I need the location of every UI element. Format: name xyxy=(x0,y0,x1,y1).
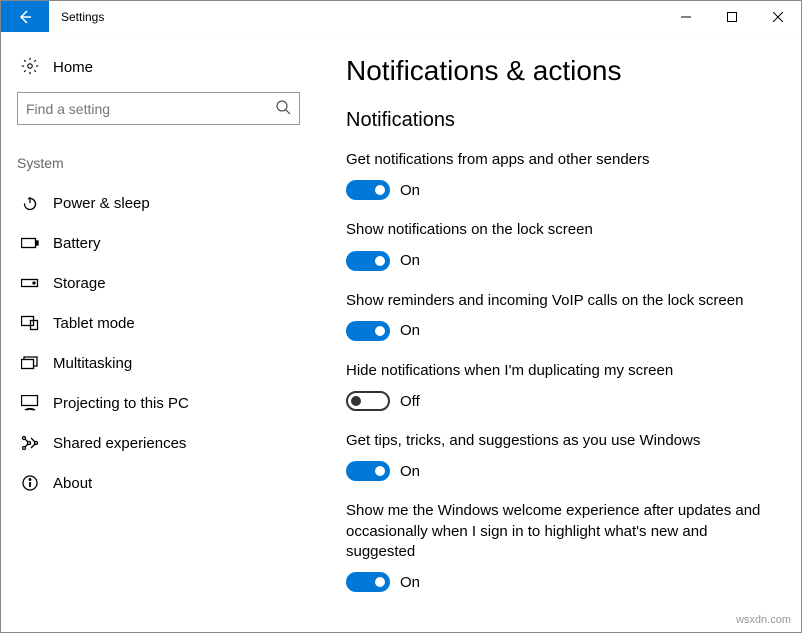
nav-item-power-sleep[interactable]: Power & sleep xyxy=(17,183,300,223)
projecting-icon xyxy=(21,394,39,412)
nav-item-tablet-mode[interactable]: Tablet mode xyxy=(17,303,300,343)
close-button[interactable] xyxy=(755,1,801,32)
storage-icon xyxy=(21,274,39,292)
home-nav[interactable]: Home xyxy=(17,51,300,92)
toggle-welcome[interactable] xyxy=(346,572,390,592)
setting-label: Show reminders and incoming VoIP calls o… xyxy=(346,291,766,311)
multitasking-icon xyxy=(21,354,39,372)
home-label: Home xyxy=(53,59,93,76)
setting-label: Get notifications from apps and other se… xyxy=(346,150,766,170)
setting-label: Hide notifications when I'm duplicating … xyxy=(346,361,766,381)
toggle-apps-senders[interactable] xyxy=(346,180,390,200)
setting-voip-lock: Show reminders and incoming VoIP calls o… xyxy=(346,291,781,341)
setting-tips: Get tips, tricks, and suggestions as you… xyxy=(346,431,781,481)
toggle-state: Off xyxy=(400,393,420,410)
page-title: Notifications & actions xyxy=(346,55,781,87)
nav-label: Multitasking xyxy=(53,355,132,372)
toggle-state: On xyxy=(400,182,420,199)
nav-item-about[interactable]: About xyxy=(17,463,300,503)
nav-label: Storage xyxy=(53,275,106,292)
shared-icon xyxy=(21,434,39,452)
toggle-state: On xyxy=(400,574,420,591)
toggle-state: On xyxy=(400,463,420,480)
sidebar: Home System Power & sleep Battery Storag… xyxy=(1,33,316,632)
toggle-duplicating[interactable] xyxy=(346,391,390,411)
toggle-voip-lock[interactable] xyxy=(346,321,390,341)
setting-welcome: Show me the Windows welcome experience a… xyxy=(346,501,781,592)
setting-apps-senders: Get notifications from apps and other se… xyxy=(346,150,781,200)
toggle-lock-screen[interactable] xyxy=(346,251,390,271)
nav-item-shared-experiences[interactable]: Shared experiences xyxy=(17,423,300,463)
setting-duplicating: Hide notifications when I'm duplicating … xyxy=(346,361,781,411)
toggle-tips[interactable] xyxy=(346,461,390,481)
nav-item-multitasking[interactable]: Multitasking xyxy=(17,343,300,383)
toggle-state: On xyxy=(400,322,420,339)
toggle-state: On xyxy=(400,252,420,269)
nav-group-header: System xyxy=(17,155,300,171)
info-icon xyxy=(21,474,39,492)
back-button[interactable] xyxy=(1,1,49,32)
tablet-icon xyxy=(21,314,39,332)
setting-label: Get tips, tricks, and suggestions as you… xyxy=(346,431,766,451)
search-icon xyxy=(275,99,291,118)
maximize-button[interactable] xyxy=(709,1,755,32)
gear-icon xyxy=(21,57,39,78)
nav-label: Power & sleep xyxy=(53,195,150,212)
nav-label: About xyxy=(53,475,92,492)
main-content: Notifications & actions Notifications Ge… xyxy=(316,33,801,632)
setting-lock-screen: Show notifications on the lock screen On xyxy=(346,220,781,270)
nav-item-battery[interactable]: Battery xyxy=(17,223,300,263)
arrow-left-icon xyxy=(17,9,33,25)
search-input-container[interactable] xyxy=(17,92,300,125)
titlebar: Settings xyxy=(1,1,801,33)
window-title: Settings xyxy=(49,1,663,32)
nav-item-storage[interactable]: Storage xyxy=(17,263,300,303)
setting-label: Show me the Windows welcome experience a… xyxy=(346,501,766,562)
power-icon xyxy=(21,194,39,212)
nav-label: Shared experiences xyxy=(53,435,186,452)
watermark: wsxdn.com xyxy=(736,614,791,626)
nav-label: Projecting to this PC xyxy=(53,395,189,412)
setting-label: Show notifications on the lock screen xyxy=(346,220,766,240)
section-title: Notifications xyxy=(346,109,781,132)
nav-item-projecting[interactable]: Projecting to this PC xyxy=(17,383,300,423)
battery-icon xyxy=(21,234,39,252)
nav-label: Tablet mode xyxy=(53,315,135,332)
minimize-button[interactable] xyxy=(663,1,709,32)
nav-label: Battery xyxy=(53,235,101,252)
search-input[interactable] xyxy=(26,101,275,117)
